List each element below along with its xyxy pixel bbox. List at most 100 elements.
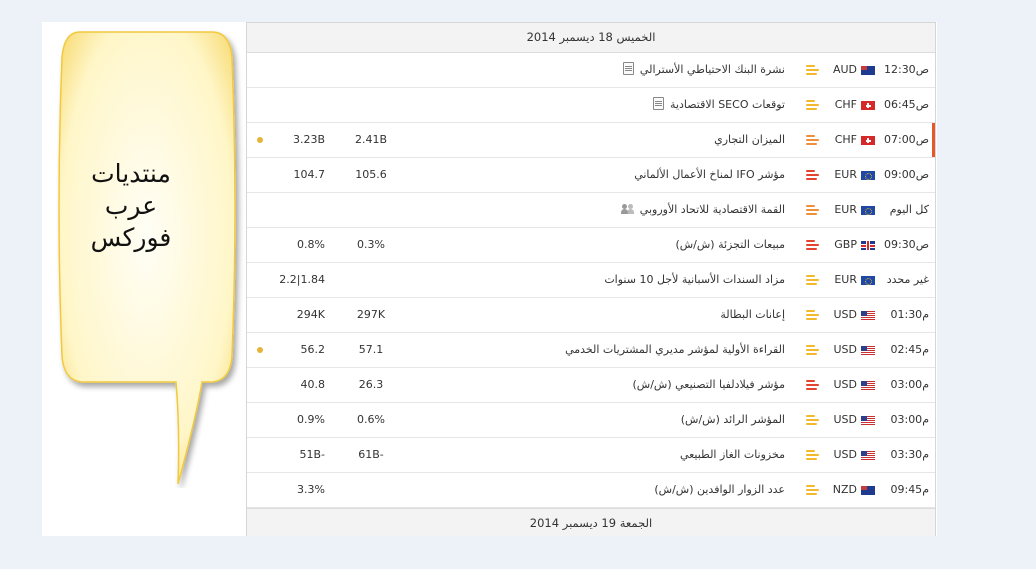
event-title-text: نشرة البنك الاحتياطي الأسترالي [639, 63, 785, 76]
event-title-text: توقعات SECO الاقتصادية [670, 98, 785, 111]
event-time: 03:30م [890, 448, 929, 461]
importance-low-icon [806, 344, 819, 356]
calendar-row[interactable]: 03:30م USD مخزونات الغاز الطبيعي 61B- 51B- [247, 438, 935, 473]
event-currency: CHF [834, 133, 857, 146]
calendar-row[interactable]: غير محدد EUR مزاد السندات الأسبانية لأجل 1… [247, 263, 935, 298]
calendar-row[interactable]: 06:45ص CHF توقعات SECO الاقتصادية [247, 88, 935, 123]
event-previous: 51B- [299, 448, 325, 461]
event-title-text: عدد الزوار الوافدين (ش/ش) [654, 483, 785, 496]
revision-dot-icon [257, 347, 263, 353]
eur-flag-icon [861, 171, 875, 180]
event-title-text: مزاد السندات الأسبانية لأجل 10 سنوات [604, 273, 785, 286]
aud-flag-icon [861, 66, 875, 75]
event-title[interactable]: القمة الاقتصادية للاتحاد الأوروبي [620, 193, 785, 227]
usd-flag-icon [861, 451, 875, 460]
importance-high-icon [806, 379, 819, 391]
bubble-line: منتديات [91, 159, 171, 188]
nzd-flag-icon [861, 486, 875, 495]
bubble-line: عرب [104, 191, 158, 220]
event-title[interactable]: الميزان التجاري [714, 123, 785, 157]
usd-flag-icon [861, 311, 875, 320]
event-title-text: مؤشر فيلادلفيا التصنيعي (ش/ش) [632, 378, 785, 391]
event-actual: 2.41B [354, 133, 388, 146]
event-actual [341, 193, 401, 227]
event-actual: 61B- [358, 448, 384, 461]
calendar-row[interactable]: 09:45م NZD عدد الزوار الوافدين (ش/ش) 3.3% [247, 473, 935, 508]
importance-med-icon [806, 134, 819, 146]
event-currency: NZD [832, 483, 857, 496]
usd-flag-icon [861, 381, 875, 390]
event-previous [257, 53, 325, 87]
calendar-row[interactable]: 01:30م USD إعانات البطالة 297K 294K [247, 298, 935, 333]
document-icon[interactable] [622, 62, 634, 75]
event-actual: 0.3% [357, 238, 385, 251]
event-previous [257, 193, 325, 227]
event-previous: 40.8 [300, 378, 326, 391]
importance-high-icon [806, 169, 819, 181]
eur-flag-icon [861, 276, 875, 285]
event-actual: 105.6 [355, 168, 387, 181]
calendar-row[interactable]: 03:00م USD المؤشر الرائد (ش/ش) 0.6% 0.9% [247, 403, 935, 438]
event-title[interactable]: مبيعات التجزئة (ش/ش) [675, 228, 785, 262]
usd-flag-icon [861, 416, 875, 425]
event-actual [341, 473, 401, 507]
event-currency: GBP [834, 238, 857, 251]
event-time: كل اليوم [889, 203, 929, 216]
calendar-row[interactable]: 07:00ص CHF الميزان التجاري 2.41B 3.23B [247, 123, 935, 158]
event-currency: USD [833, 448, 857, 461]
event-title[interactable]: مؤشر فيلادلفيا التصنيعي (ش/ش) [632, 368, 785, 402]
event-currency: USD [833, 378, 857, 391]
calendar-row[interactable]: 12:30ص AUD نشرة البنك الاحتياطي الأسترالي [247, 53, 935, 88]
bubble-line: فوركس [90, 223, 172, 252]
event-time: 09:00ص [883, 168, 929, 181]
event-previous: 56.2 [300, 343, 326, 356]
event-title[interactable]: القراءة الأولية لمؤشر مديري المشتريات ال… [565, 333, 785, 367]
event-actual: 0.6% [357, 413, 385, 426]
calendar-row[interactable]: 03:00م USD مؤشر فيلادلفيا التصنيعي (ش/ش) 26… [247, 368, 935, 403]
event-title-text: القراءة الأولية لمؤشر مديري المشتريات ال… [565, 343, 785, 356]
event-title-text: مؤشر IFO لمناخ الأعمال الألماني [634, 168, 785, 181]
gbp-flag-icon [861, 241, 875, 250]
calendar-row[interactable]: كل اليوم EUR القمة الاقتصادية للاتحاد الأو… [247, 193, 935, 228]
revision-dot-icon [257, 137, 263, 143]
event-previous: 3.3% [297, 483, 325, 496]
event-title[interactable]: عدد الزوار الوافدين (ش/ش) [654, 473, 785, 507]
bubble-caption: منتديات عرب فوركس [60, 158, 202, 254]
event-currency: EUR [834, 203, 857, 216]
event-title[interactable]: توقعات SECO الاقتصادية [653, 88, 785, 122]
event-previous: 294K [296, 308, 325, 321]
event-title[interactable]: المؤشر الرائد (ش/ش) [681, 403, 785, 437]
event-time: غير محدد [886, 273, 929, 286]
event-time: 06:45ص [883, 98, 929, 111]
event-title[interactable]: إعانات البطالة [720, 298, 785, 332]
event-actual [341, 263, 401, 297]
event-actual [341, 53, 401, 87]
calendar-row[interactable]: 02:45م USD القراءة الأولية لمؤشر مديري الم… [247, 333, 935, 368]
importance-low-icon [806, 274, 819, 286]
chf-flag-icon [861, 136, 875, 145]
usd-flag-icon [861, 346, 875, 355]
importance-high-icon [806, 239, 819, 251]
event-title[interactable]: مؤشر IFO لمناخ الأعمال الألماني [634, 158, 785, 192]
event-title-text: مخزونات الغاز الطبيعي [679, 448, 785, 461]
event-time: 09:45م [890, 483, 929, 496]
event-actual: 57.1 [358, 343, 384, 356]
document-icon[interactable] [653, 97, 665, 110]
importance-low-icon [806, 64, 819, 76]
event-currency: EUR [834, 273, 857, 286]
event-title[interactable]: نشرة البنك الاحتياطي الأسترالي [622, 53, 785, 87]
event-title[interactable]: مزاد السندات الأسبانية لأجل 10 سنوات [604, 263, 785, 297]
event-title-text: الميزان التجاري [714, 133, 785, 146]
event-actual: 297K [356, 308, 386, 321]
calendar-row[interactable]: 09:30ص GBP مبيعات التجزئة (ش/ش) 0.3% 0.8% [247, 228, 935, 263]
event-title[interactable]: مخزونات الغاز الطبيعي [680, 438, 785, 472]
event-title-text: مبيعات التجزئة (ش/ش) [675, 238, 785, 251]
calendar-row[interactable]: 09:00ص EUR مؤشر IFO لمناخ الأعمال الألماني… [247, 158, 935, 193]
event-time: 03:00م [890, 413, 929, 426]
event-currency: USD [833, 413, 857, 426]
people-icon[interactable] [620, 204, 634, 214]
event-previous: 104.7 [293, 168, 326, 181]
importance-low-icon [806, 99, 819, 111]
event-actual: 26.3 [358, 378, 384, 391]
speech-bubble [58, 31, 236, 485]
